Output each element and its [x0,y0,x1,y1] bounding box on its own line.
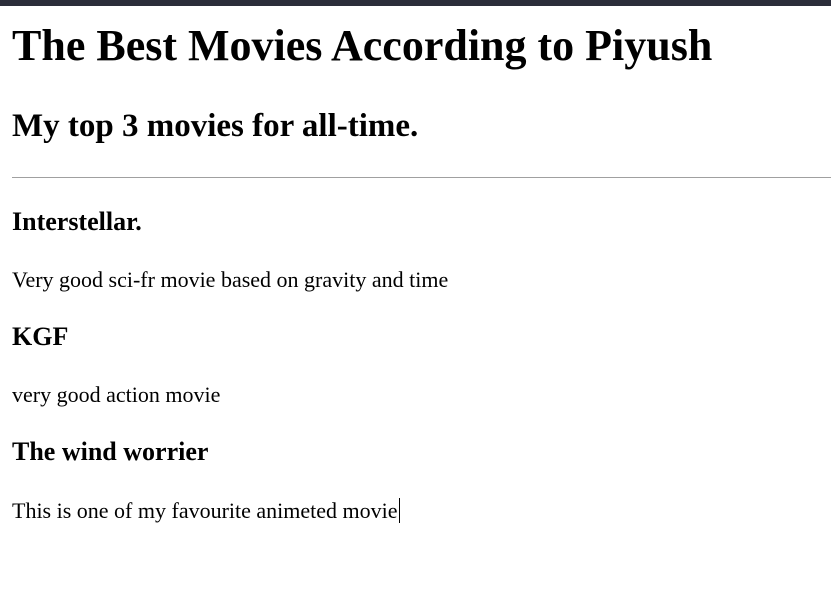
text-cursor [398,498,400,523]
movie-title-interstellar: Interstellar. [12,207,142,236]
movie-description-interstellar: Very good sci-fr movie based on gravity … [12,267,449,292]
divider [12,177,831,178]
movie-description-kgf: very good action movie [12,382,221,407]
page-title: The Best Movies According to Piyush [12,21,713,70]
movie-description-text: This is one of my favourite animeted mov… [12,498,398,523]
movie-title-kgf: KGF [12,322,69,351]
page-content: The Best Movies According to Piyush My t… [0,6,831,612]
page-subtitle: My top 3 movies for all-time. [12,108,419,144]
movie-title-wind-worrier: The wind worrier [12,437,209,466]
movie-description-wind-worrier[interactable]: This is one of my favourite animeted mov… [12,497,400,525]
